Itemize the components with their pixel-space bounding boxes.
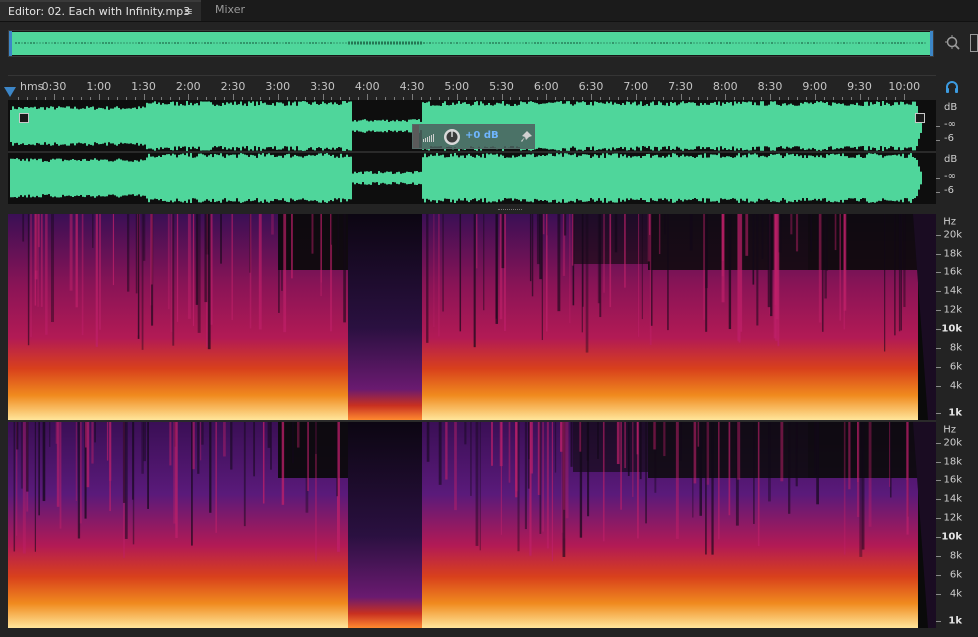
db-label: -∞ [944, 119, 956, 130]
ruler-time-label: 9:00 [802, 80, 828, 93]
spectral-display-channel-1[interactable] [8, 214, 936, 420]
tab-bar: Editor: 02. Each with Infinity.mp3 ≡ Mix… [0, 0, 978, 22]
ruler-time-label: 7:30 [668, 80, 693, 93]
hz-label: 1k [948, 407, 962, 419]
hz-unit-label: Hz [943, 424, 956, 436]
tab-mixer[interactable]: Mixer [202, 0, 262, 21]
fade-in-handle-icon[interactable] [19, 113, 29, 123]
ruler-time-label: 8:30 [757, 80, 783, 93]
ruler-time-label: 5:30 [489, 80, 514, 93]
ruler-time-label: 6:30 [578, 80, 604, 93]
hz-label: 16k [943, 266, 962, 278]
hz-label: 14k [943, 493, 962, 505]
hz-label: 6k [949, 569, 962, 581]
db-label: -6 [944, 133, 954, 144]
ruler-time-label: 6:00 [533, 80, 559, 93]
ruler-time-label: 3:00 [265, 80, 291, 93]
hz-label: 20k [943, 229, 962, 241]
waveform-graph [8, 101, 936, 203]
ruler-time-label: 3:30 [310, 80, 335, 93]
ruler-time-label: 9:30 [847, 80, 872, 93]
panel-menu-icon[interactable]: ≡ [184, 2, 193, 21]
overview-navigator[interactable] [8, 30, 934, 57]
ruler-time-label: 7:00 [623, 80, 649, 93]
headphone-monitor-icon[interactable] [944, 79, 960, 95]
hz-unit-label: Hz [943, 216, 956, 228]
hz-scale-channel-2: Hz 20k 18k 16k 14k 12k 10k 8k 6k 4k 1k [936, 422, 978, 628]
fade-out-handle-icon[interactable] [915, 113, 925, 123]
db-scale-channel-2: dB -∞ -6 [936, 152, 978, 204]
hz-label: 12k [943, 304, 962, 316]
ruler-time-label: 8:00 [712, 80, 738, 93]
pin-icon[interactable] [519, 130, 533, 144]
zoom-magnifier-icon[interactable] [944, 34, 962, 52]
hz-label: 18k [943, 456, 962, 468]
channel-separator [8, 420, 936, 422]
hz-label: 6k [949, 361, 962, 373]
playhead-marker[interactable] [4, 87, 16, 97]
ruler-time-label: 1:00 [86, 80, 112, 93]
ruler-time-label: 1:30 [131, 80, 156, 93]
tab-editor-label: Editor: 02. Each with Infinity.mp3 [8, 5, 191, 18]
hz-label: 20k [943, 437, 962, 449]
hz-label: 18k [943, 248, 962, 260]
time-ruler[interactable]: hms 0:30 1:00 1:30 2:00 2:30 3:00 3:30 4:00 4:30… [8, 75, 936, 100]
hz-label: 4k [949, 588, 962, 600]
hz-label: 10k [941, 531, 962, 543]
hz-label: 14k [943, 285, 962, 297]
hz-scale-channel-1: Hz 20k 18k 16k 14k 12k 10k 8k 6k 4k 1k [936, 214, 978, 420]
ruler-time-label: 2:00 [175, 80, 201, 93]
view-divider[interactable] [8, 204, 936, 214]
overview-left-handle[interactable] [9, 31, 12, 56]
volume-value[interactable]: +0 dB [465, 130, 499, 141]
hz-label: 16k [943, 474, 962, 486]
waveform-display[interactable] [8, 100, 936, 204]
ruler-format-label: hms [20, 80, 44, 93]
overview-right-handle[interactable] [930, 31, 933, 56]
db-scale-channel-1: dB -∞ -6 [936, 100, 978, 152]
hz-label: 4k [949, 380, 962, 392]
db-label: -∞ [944, 171, 956, 182]
panel-edge-icon [970, 34, 978, 52]
hz-label: 12k [943, 512, 962, 524]
ruler-time-label: 10:00 [888, 80, 921, 93]
db-label: -6 [944, 185, 954, 196]
db-unit-label: dB [944, 154, 958, 165]
hz-label: 1k [948, 615, 962, 627]
spectral-display-channel-2[interactable] [8, 422, 936, 628]
ruler-time-label: 0:30 [41, 80, 67, 93]
ruler-time-label: 5:00 [444, 80, 470, 93]
ruler-time-label: 4:30 [399, 80, 425, 93]
hz-label: 8k [949, 550, 962, 562]
tab-editor[interactable]: Editor: 02. Each with Infinity.mp3 ≡ [0, 0, 201, 21]
ruler-time-label: 2:30 [220, 80, 246, 93]
tab-mixer-label: Mixer [215, 3, 246, 16]
ruler-time-label: 4:00 [354, 80, 380, 93]
hz-label: 10k [941, 323, 962, 335]
db-unit-label: dB [944, 102, 958, 113]
overview-waveform [12, 32, 930, 55]
volume-hud[interactable]: +0 dB [412, 124, 535, 149]
hz-label: 8k [949, 342, 962, 354]
volume-knob-icon[interactable] [443, 128, 461, 146]
